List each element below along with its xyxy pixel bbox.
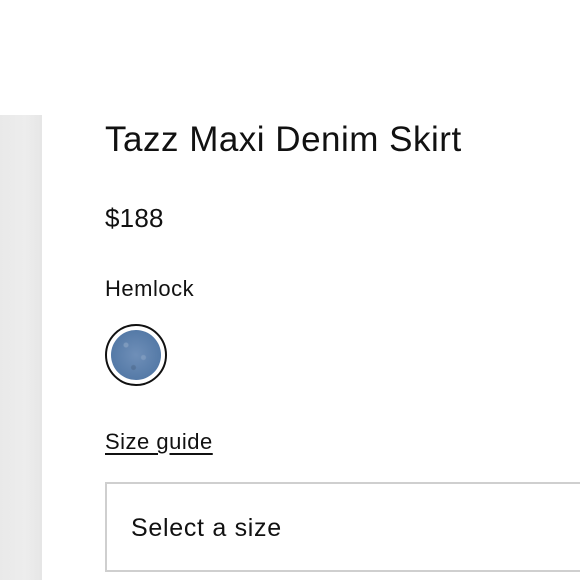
size-select-placeholder: Select a size	[131, 514, 282, 542]
product-image-edge	[0, 115, 42, 580]
denim-swatch-fill	[111, 330, 161, 380]
size-guide-link[interactable]: Size guide	[105, 428, 213, 456]
product-title: Tazz Maxi Denim Skirt	[105, 120, 462, 159]
selected-color-name: Hemlock	[105, 276, 195, 301]
color-swatch-hemlock[interactable]	[105, 324, 167, 386]
product-detail-page: Tazz Maxi Denim Skirt $188 Hemlock Size …	[0, 0, 580, 580]
product-price: $188	[105, 203, 164, 233]
size-select[interactable]: Select a size	[105, 482, 580, 572]
